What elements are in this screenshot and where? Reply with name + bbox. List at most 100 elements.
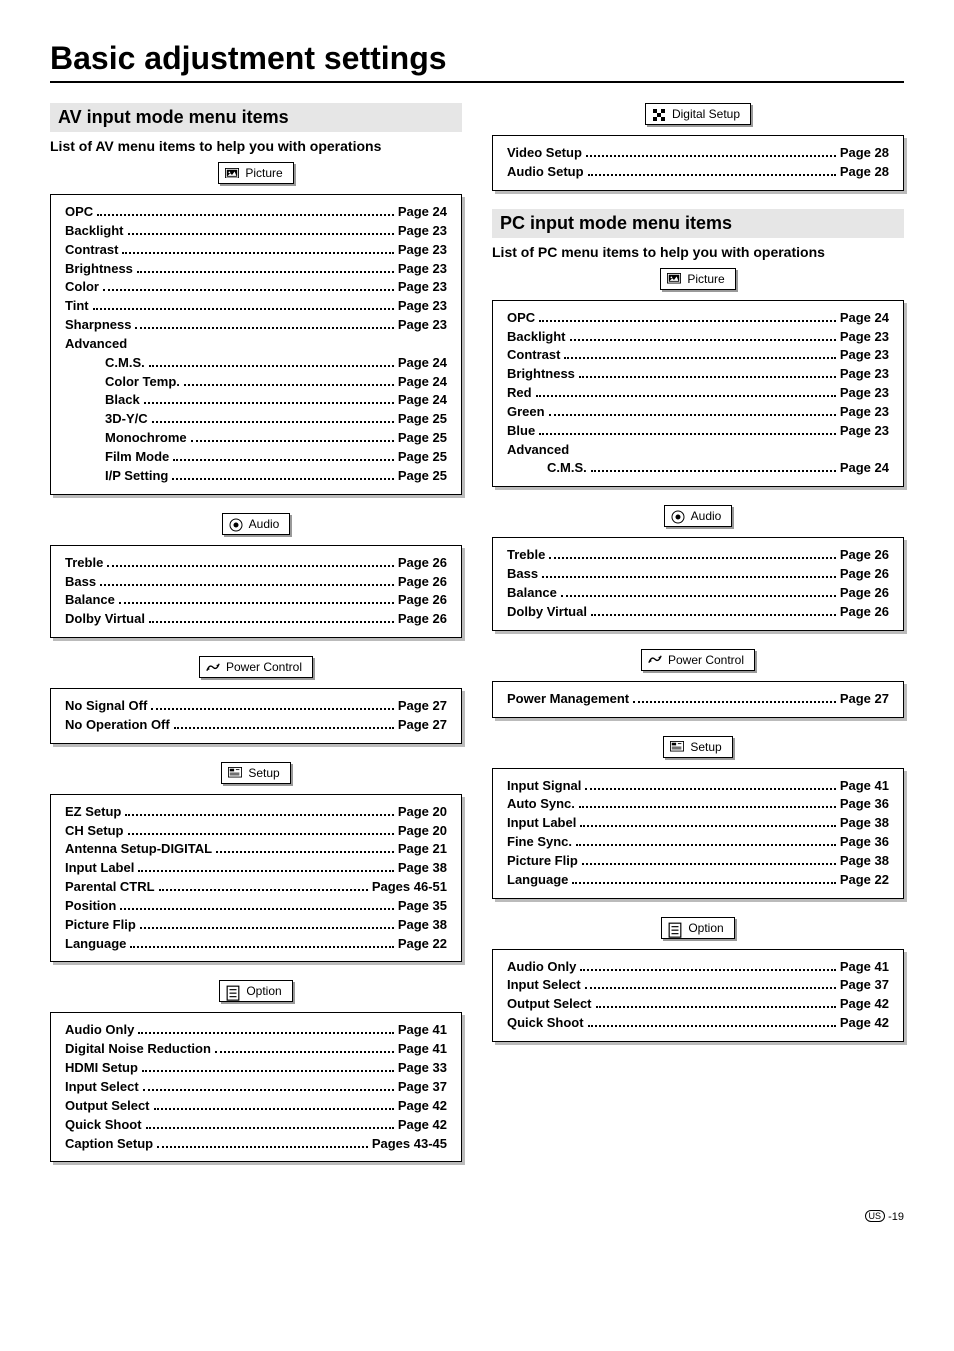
menu-item: MonochromePage 25	[65, 429, 447, 448]
tab-text: Power Control	[668, 653, 744, 667]
leader-dots	[582, 863, 836, 865]
columns: AV input mode menu itemsList of AV menu …	[50, 103, 904, 1180]
item-label: Bass	[65, 573, 96, 592]
leader-dots	[173, 459, 394, 461]
menu-tab: Power Control	[199, 656, 313, 678]
item-label: Brightness	[65, 260, 133, 279]
item-page: Page 38	[840, 852, 889, 871]
item-page: Page 20	[398, 822, 447, 841]
item-label: Balance	[65, 591, 115, 610]
item-page: Page 23	[398, 278, 447, 297]
item-label: Blue	[507, 422, 535, 441]
tab-text: Option	[688, 921, 723, 935]
item-page: Page 28	[840, 144, 889, 163]
item-page: Pages 46-51	[372, 878, 447, 897]
menu-tab: Digital Setup	[645, 103, 751, 125]
item-page: Page 26	[840, 546, 889, 565]
item-page: Page 37	[840, 976, 889, 995]
item-page: Page 24	[840, 309, 889, 328]
leader-dots	[125, 814, 394, 816]
item-label: Input Select	[65, 1078, 139, 1097]
item-label: Backlight	[65, 222, 124, 241]
item-label: Antenna Setup-DIGITAL	[65, 840, 212, 859]
menu-item: BalancePage 26	[65, 591, 447, 610]
tab-wrap: Digital Setup	[492, 103, 904, 131]
menu-tab: Picture	[660, 268, 735, 290]
leader-dots	[549, 557, 836, 559]
tab-text: Digital Setup	[672, 107, 740, 121]
tab-wrap: Power Control	[492, 649, 904, 677]
menu-item: Blue Page 23	[507, 422, 889, 441]
menu-item: TintPage 23	[65, 297, 447, 316]
item-label: Sharpness	[65, 316, 131, 335]
leader-dots	[107, 565, 394, 567]
menu-item: CH SetupPage 20	[65, 822, 447, 841]
item-page: Page 41	[840, 958, 889, 977]
menu-item: No Signal OffPage 27	[65, 697, 447, 716]
item-page: Page 42	[398, 1116, 447, 1135]
leader-dots	[149, 621, 394, 623]
menu-item: TreblePage 26	[507, 546, 889, 565]
item-label: Audio Only	[65, 1021, 134, 1040]
leader-dots	[184, 384, 394, 386]
menu-item: Audio Only Page 41	[65, 1021, 447, 1040]
leader-dots	[539, 433, 836, 435]
leader-dots	[146, 1127, 394, 1129]
menu-item: Advanced	[65, 335, 447, 354]
tab-wrap: Option	[492, 917, 904, 945]
leader-dots	[561, 595, 836, 597]
leader-dots	[119, 602, 394, 604]
item-label: Black	[65, 391, 140, 410]
setup-icon	[670, 741, 684, 753]
menu-item: BacklightPage 23	[65, 222, 447, 241]
item-page: Page 24	[398, 373, 447, 392]
menu-tab: Option	[661, 917, 734, 939]
leader-dots	[586, 155, 836, 157]
menu-item: Input LabelPage 38	[507, 814, 889, 833]
item-label: Dolby Virtual	[507, 603, 587, 622]
menu-item: Dolby VirtualPage 26	[65, 610, 447, 629]
tab-text: Picture	[245, 166, 282, 180]
digital-icon	[652, 108, 666, 120]
menu-item: Color Temp.Page 24	[65, 373, 447, 392]
item-label: Language	[65, 935, 126, 954]
menu-item: EZ SetupPage 20	[65, 803, 447, 822]
item-page: Page 21	[398, 840, 447, 859]
leader-dots	[149, 365, 394, 367]
item-page: Page 23	[398, 241, 447, 260]
menu-item: Film ModePage 25	[65, 448, 447, 467]
item-page: Page 41	[398, 1021, 447, 1040]
item-label: Power Management	[507, 690, 629, 709]
item-page: Page 37	[398, 1078, 447, 1097]
item-label: Audio Setup	[507, 163, 584, 182]
item-page: Page 24	[840, 459, 889, 478]
item-page: Page 24	[398, 391, 447, 410]
left-column: AV input mode menu itemsList of AV menu …	[50, 103, 462, 1180]
leader-dots	[138, 1032, 394, 1034]
leader-dots	[633, 701, 836, 703]
tab-text: Option	[246, 984, 281, 998]
item-page: Page 26	[398, 554, 447, 573]
tab-wrap: Power Control	[50, 656, 462, 684]
item-page: Page 36	[840, 833, 889, 852]
menu-item: Digital Noise ReductionPage 41	[65, 1040, 447, 1059]
menu-item: GreenPage 23	[507, 403, 889, 422]
menu-box: Audio OnlyPage 41Input SelectPage 37Outp…	[492, 949, 904, 1042]
item-page: Page 26	[398, 573, 447, 592]
menu-tab: Setup	[221, 762, 290, 784]
menu-item: Picture FlipPage 38	[65, 916, 447, 935]
item-page: Page 35	[398, 897, 447, 916]
leader-dots	[572, 882, 835, 884]
item-page: Page 20	[398, 803, 447, 822]
menu-item: OPCPage 24	[65, 203, 447, 222]
item-page: Page 23	[840, 422, 889, 441]
leader-dots	[138, 870, 394, 872]
item-page: Page 22	[398, 935, 447, 954]
leader-dots	[580, 969, 836, 971]
picture-icon	[667, 273, 681, 285]
tab-wrap: Setup	[492, 736, 904, 764]
leader-dots	[159, 889, 368, 891]
leader-dots	[93, 308, 394, 310]
item-label: Auto Sync.	[507, 795, 575, 814]
leader-dots	[100, 584, 394, 586]
